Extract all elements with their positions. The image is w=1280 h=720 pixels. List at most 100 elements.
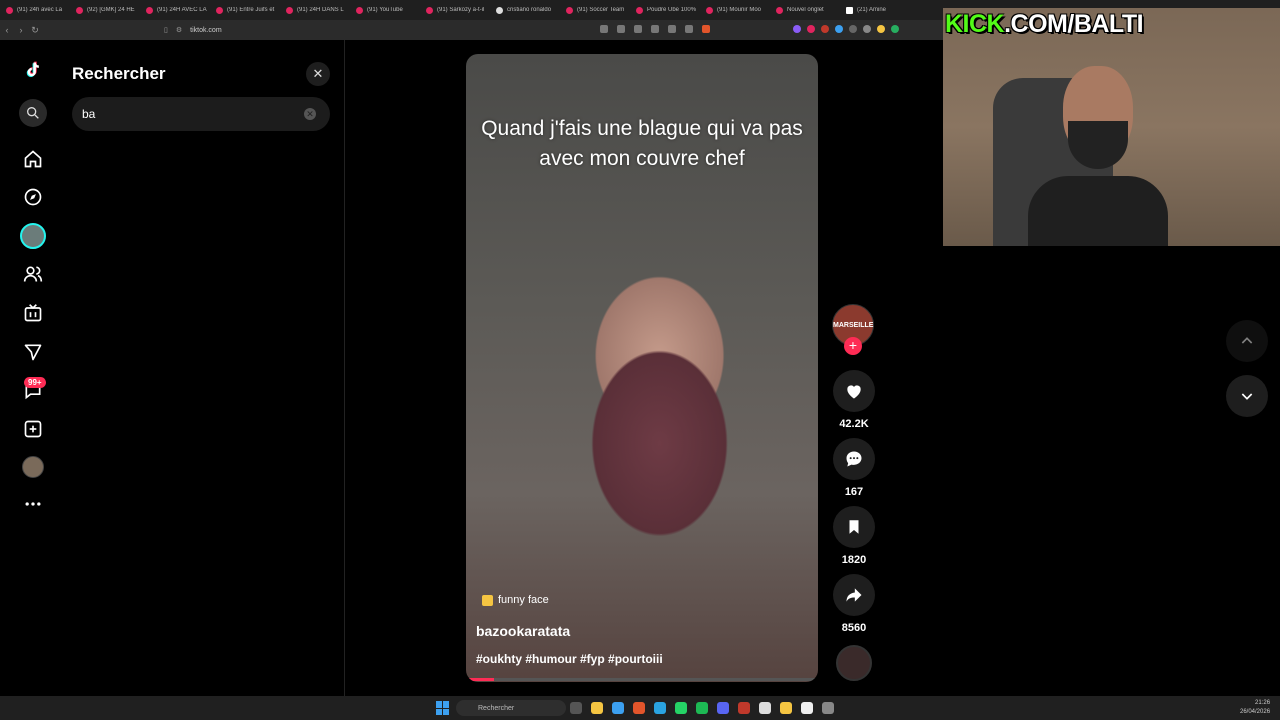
- browser-tab[interactable]: cristiano ronaldo: [496, 6, 560, 14]
- nav-more[interactable]: [19, 490, 47, 518]
- site-info-icon[interactable]: ⚙: [176, 26, 182, 34]
- video-hashtags[interactable]: #oukhty #humour #fyp #pourtoiii: [476, 652, 663, 666]
- search-input[interactable]: [82, 107, 282, 121]
- brave-shield-icon[interactable]: [702, 25, 710, 33]
- nav-explore[interactable]: [19, 183, 47, 211]
- windows-start-icon[interactable]: [436, 701, 450, 715]
- url-field[interactable]: ▯ ⚙ tiktok.com: [164, 24, 222, 36]
- taskbar-search[interactable]: Rechercher: [456, 700, 566, 716]
- open-in-app-icon[interactable]: [634, 25, 642, 33]
- windows-taskbar: Rechercher 21:26 26/04/2026: [0, 696, 1280, 720]
- browser-tab[interactable]: (21) Amine: [846, 6, 910, 14]
- task-view-icon[interactable]: [570, 702, 582, 714]
- nav-messages[interactable]: [19, 338, 47, 366]
- more-icon: [25, 502, 41, 506]
- send-icon: [24, 344, 42, 361]
- extension-icon[interactable]: [821, 25, 829, 33]
- app-icon[interactable]: [780, 702, 792, 714]
- clear-search-icon[interactable]: ✕: [304, 108, 316, 120]
- music-disc-icon[interactable]: [836, 645, 872, 681]
- home-icon: [24, 150, 42, 168]
- browser-tab[interactable]: (91) Entre Juifs et: [216, 6, 280, 14]
- zoom-icon[interactable]: [651, 25, 659, 33]
- extension-icon[interactable]: [891, 25, 899, 33]
- nav-following[interactable]: [19, 222, 47, 250]
- extension-icons: [793, 25, 899, 33]
- extension-icon[interactable]: [793, 25, 801, 33]
- address-bar-actions: [600, 25, 710, 33]
- browser-tab[interactable]: (91) 24h avec La: [6, 6, 70, 14]
- browser-tab[interactable]: (92) [GMK] 24 HE: [76, 6, 140, 14]
- like-button[interactable]: [833, 370, 875, 412]
- notion-icon[interactable]: [759, 702, 771, 714]
- chrome-icon[interactable]: [801, 702, 813, 714]
- close-search-button[interactable]: ✕: [306, 62, 330, 86]
- webcam-overlay: KICK.COM/BALTI: [943, 8, 1280, 246]
- video-progress-bar[interactable]: [466, 678, 818, 681]
- store-icon[interactable]: [612, 702, 624, 714]
- extension-icon[interactable]: [807, 25, 815, 33]
- reload-icon[interactable]: ↻: [28, 25, 42, 36]
- extension-icon[interactable]: [863, 25, 871, 33]
- search-field[interactable]: ✕: [72, 97, 330, 131]
- plus-square-icon: [24, 420, 42, 438]
- extension-icon[interactable]: [835, 25, 843, 33]
- star-icon[interactable]: [685, 25, 693, 33]
- newtab-icon: [776, 6, 783, 14]
- forward-icon[interactable]: ›: [14, 25, 28, 35]
- youtube-icon: [706, 6, 713, 14]
- bookmark-icon[interactable]: ▯: [164, 26, 168, 34]
- telegram-icon[interactable]: [654, 702, 666, 714]
- video-player[interactable]: Quand j'fais une blague qui va pas avec …: [466, 54, 818, 682]
- discord-icon[interactable]: [717, 702, 729, 714]
- brave-icon[interactable]: [633, 702, 645, 714]
- previous-video-button[interactable]: [1226, 320, 1268, 362]
- taskbar-clock[interactable]: 21:26 26/04/2026: [1240, 699, 1270, 717]
- back-icon[interactable]: ‹: [0, 25, 14, 35]
- browser-tab[interactable]: (91) Mounir Moo: [706, 6, 770, 14]
- nav-profile[interactable]: [19, 453, 47, 481]
- nav-upload[interactable]: [19, 415, 47, 443]
- share-button[interactable]: [833, 574, 875, 616]
- share-icon[interactable]: [668, 25, 676, 33]
- tiktok-logo-icon[interactable]: [19, 56, 47, 84]
- tune-icon[interactable]: [617, 25, 625, 33]
- spotify-icon[interactable]: [696, 702, 708, 714]
- translate-icon[interactable]: [600, 25, 608, 33]
- nav-home[interactable]: [19, 145, 47, 173]
- whatsapp-icon[interactable]: [675, 702, 687, 714]
- video-author[interactable]: bazookaratata: [476, 623, 570, 639]
- comment-action: 167: [832, 438, 876, 498]
- like-count: 42.2K: [839, 418, 869, 430]
- browser-tab[interactable]: (91) Sarkozy a-t-il: [426, 6, 490, 14]
- browser-tab-label: (92) [GMK] 24 HE: [87, 7, 135, 13]
- next-video-button[interactable]: [1226, 375, 1268, 417]
- browser-tab[interactable]: (91) Soccer Team: [566, 6, 630, 14]
- file-explorer-icon[interactable]: [591, 702, 603, 714]
- tiktok-sidebar: 99+: [0, 40, 66, 696]
- settings-icon[interactable]: [822, 702, 834, 714]
- search-icon: [26, 107, 39, 119]
- browser-tab[interactable]: (91) 24H DANS L: [286, 6, 350, 14]
- save-count: 1820: [841, 554, 867, 566]
- browser-tab[interactable]: (91) 24H AVEC LA: [146, 6, 210, 14]
- nav-friends[interactable]: [19, 260, 47, 288]
- taskbar-search-label: Rechercher: [478, 704, 515, 712]
- nav-live[interactable]: [19, 299, 47, 327]
- app-icon[interactable]: [738, 702, 750, 714]
- browser-tab-label: cristiano ronaldo: [507, 7, 552, 13]
- browser-tab-label: Poudre Ube 100%: [647, 7, 697, 13]
- browser-tab[interactable]: (91) YouTube: [356, 6, 420, 14]
- save-button[interactable]: [833, 506, 875, 548]
- follow-plus-icon[interactable]: +: [844, 337, 862, 355]
- youtube-icon: [146, 6, 153, 14]
- comment-button[interactable]: [833, 438, 875, 480]
- browser-tab[interactable]: Poudre Ube 100%: [636, 6, 700, 14]
- extension-icon[interactable]: [849, 25, 857, 33]
- effect-tag[interactable]: funny face: [482, 594, 549, 606]
- extension-icon[interactable]: [877, 25, 885, 33]
- youtube-icon: [426, 6, 433, 14]
- nav-search-button[interactable]: [19, 99, 47, 127]
- like-action: 42.2K: [832, 370, 876, 430]
- browser-tab[interactable]: Nouvel onglet: [776, 6, 840, 14]
